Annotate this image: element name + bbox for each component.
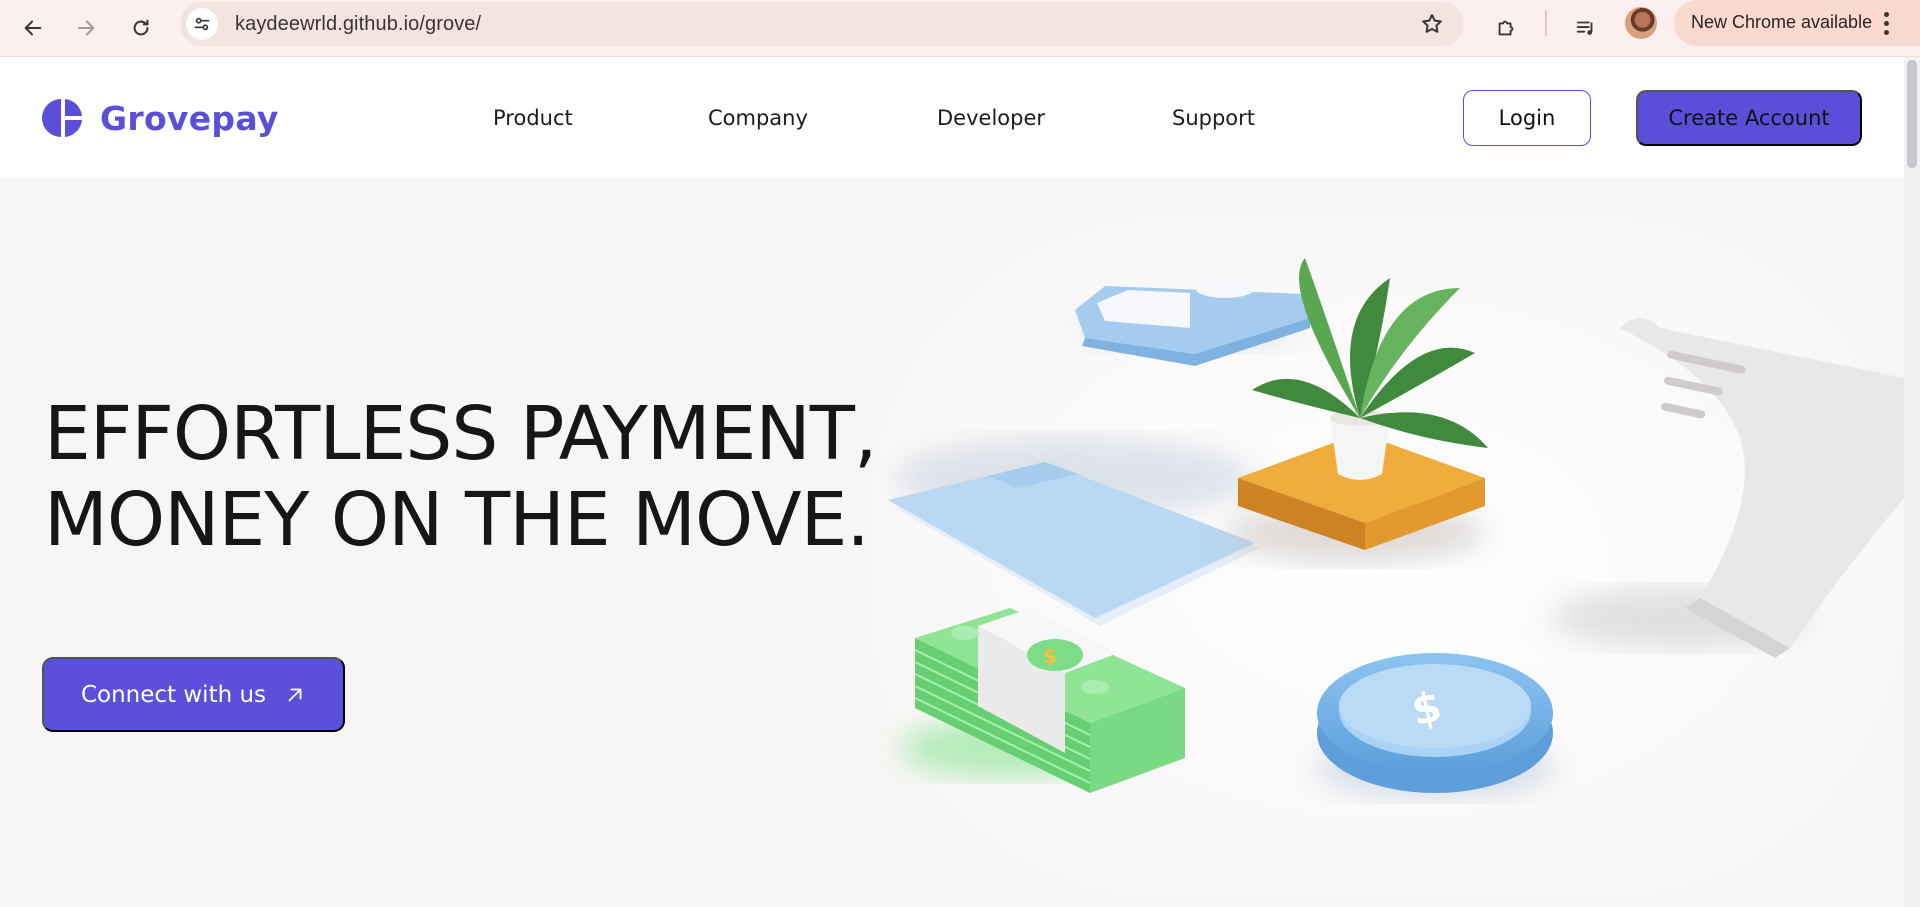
browser-toolbar: kaydeewrld.github.io/grove/ New Chrome a…: [0, 0, 1920, 57]
chrome-update-button[interactable]: New Chrome available: [1674, 0, 1920, 46]
brand-name: Grovepay: [100, 98, 279, 138]
site-header: Grovepay Product Company Developer Suppo…: [0, 57, 1904, 178]
scrollbar-thumb[interactable]: [1907, 60, 1917, 168]
forward-button[interactable]: [66, 8, 106, 48]
puzzle-icon: [1498, 20, 1514, 36]
toolbar-divider: [1545, 10, 1547, 36]
url-text: kaydeewrld.github.io/grove/: [235, 13, 482, 35]
reload-button[interactable]: [121, 8, 161, 48]
address-bar[interactable]: kaydeewrld.github.io/grove/: [180, 2, 1464, 46]
create-account-button[interactable]: Create Account: [1636, 90, 1862, 146]
extensions-button[interactable]: [1486, 8, 1526, 48]
login-button[interactable]: Login: [1463, 90, 1591, 146]
site-info-button[interactable]: [186, 8, 218, 40]
bookmark-star-icon[interactable]: [1420, 12, 1444, 36]
svg-text:$: $: [1043, 644, 1057, 668]
grovepay-logo-icon: [42, 99, 82, 137]
page: Grovepay Product Company Developer Suppo…: [0, 57, 1904, 907]
nav-company[interactable]: Company: [708, 106, 808, 130]
nav-developer[interactable]: Developer: [937, 106, 1045, 130]
kebab-menu-icon[interactable]: [1884, 10, 1890, 36]
page-scrollbar[interactable]: [1904, 57, 1920, 907]
update-label: New Chrome available: [1691, 12, 1873, 32]
profile-avatar[interactable]: [1625, 7, 1657, 39]
hero-title: EFFORTLESS PAYMENT, MONEY ON THE MOVE.: [44, 391, 904, 563]
connect-label: Connect with us: [80, 681, 267, 708]
media-control-button[interactable]: [1566, 8, 1606, 48]
blue-coin: $: [1315, 653, 1555, 798]
brand-logo[interactable]: Grovepay: [42, 97, 279, 139]
nav-product[interactable]: Product: [493, 106, 573, 130]
back-button[interactable]: [13, 8, 53, 48]
hero-illustration: $ $: [870, 218, 1904, 898]
connect-with-us-button[interactable]: Connect with us: [42, 657, 345, 732]
arrow-left-icon: [24, 20, 42, 36]
arrow-right-icon: [77, 20, 95, 36]
hero-title-line-2: MONEY ON THE MOVE.: [44, 477, 870, 563]
tune-icon: [194, 17, 210, 31]
nav-support[interactable]: Support: [1172, 106, 1255, 130]
hero-title-line-1: EFFORTLESS PAYMENT,: [44, 391, 877, 477]
reload-icon: [133, 19, 149, 36]
arrow-up-right-icon: [288, 688, 302, 701]
playlist-music-icon: [1576, 21, 1593, 35]
